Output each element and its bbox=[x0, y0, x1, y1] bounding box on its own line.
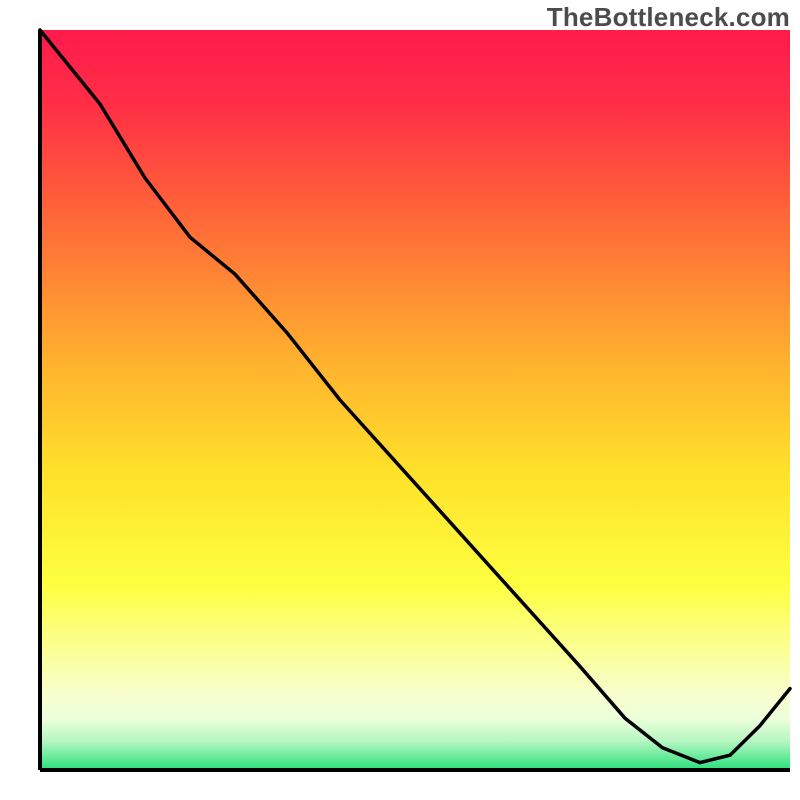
bottleneck-chart bbox=[0, 0, 800, 800]
gradient-background bbox=[40, 30, 790, 770]
chart-frame: TheBottleneck.com bbox=[0, 0, 800, 800]
